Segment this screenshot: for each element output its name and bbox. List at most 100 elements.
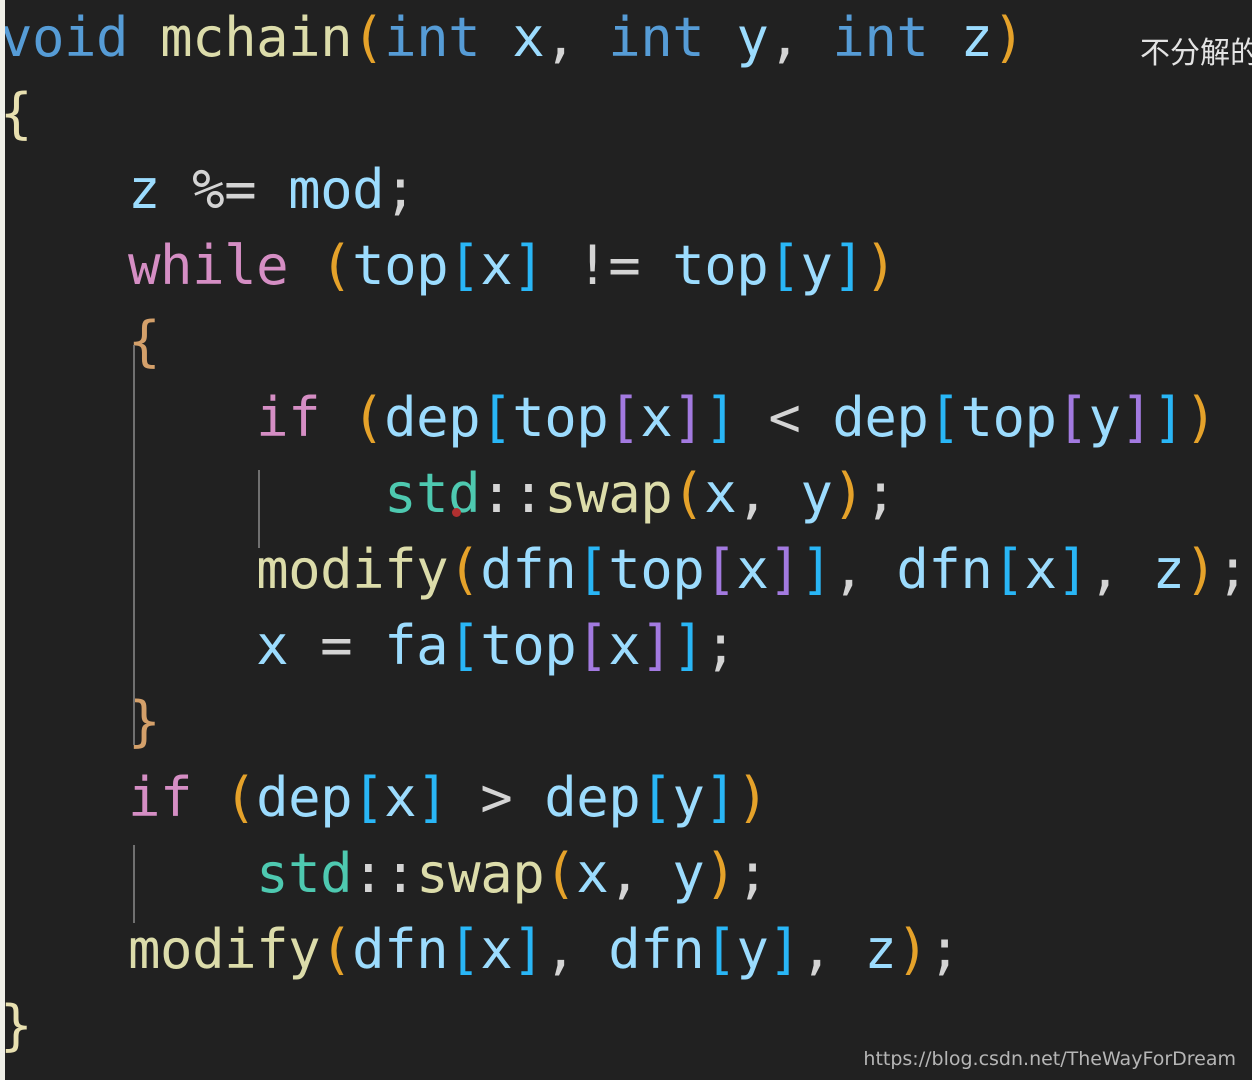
code-token: if xyxy=(128,766,193,829)
code-token: [ xyxy=(768,234,801,297)
code-token: mchain xyxy=(160,6,353,69)
code-line[interactable]: } xyxy=(0,684,1252,760)
code-token: mod xyxy=(288,158,385,221)
code-token: [ xyxy=(704,538,737,601)
code-token: != xyxy=(544,234,673,297)
code-token: x xyxy=(1024,538,1057,601)
code-token: ) xyxy=(992,6,1025,69)
code-token: dep xyxy=(544,766,641,829)
code-token: ( xyxy=(448,538,481,601)
code-token: %= xyxy=(160,158,289,221)
code-token: modify xyxy=(256,538,449,601)
code-token: dfn xyxy=(608,918,705,981)
code-token: while xyxy=(128,234,289,297)
code-token: [ xyxy=(1056,386,1089,449)
code-token: int xyxy=(832,6,929,69)
code-token: int xyxy=(384,6,481,69)
code-line[interactable]: while (top[x] != top[y]) xyxy=(0,228,1252,304)
code-token: [ xyxy=(576,614,609,677)
code-token: ; xyxy=(736,842,769,905)
code-token: ] xyxy=(832,234,865,297)
code-token: top xyxy=(960,386,1057,449)
code-line[interactable]: if (dep[x] > dep[y]) xyxy=(0,760,1252,836)
code-lines[interactable]: void mchain(int x, int y, int z){ z %= m… xyxy=(0,0,1252,1064)
code-token: y xyxy=(672,766,705,829)
code-line[interactable]: x = fa[top[x]]; xyxy=(0,608,1252,684)
code-token: x xyxy=(384,766,417,829)
code-token: :: xyxy=(480,462,545,525)
code-token: , xyxy=(544,6,609,69)
code-line[interactable]: std::swap(x, y); xyxy=(0,836,1252,912)
outer-block-guide xyxy=(133,345,135,745)
code-line[interactable]: { xyxy=(0,76,1252,152)
code-token: x xyxy=(512,6,545,69)
code-token: ( xyxy=(672,462,705,525)
code-token: x xyxy=(480,234,513,297)
code-token: swap xyxy=(544,462,673,525)
code-token: ; xyxy=(704,614,737,677)
code-editor-content[interactable]: void mchain(int x, int y, int z){ z %= m… xyxy=(0,0,1252,1080)
code-line[interactable]: z %= mod; xyxy=(0,152,1252,228)
code-line[interactable]: { xyxy=(0,304,1252,380)
code-token: dfn xyxy=(896,538,993,601)
code-token: dep xyxy=(256,766,353,829)
code-token: z xyxy=(128,158,161,221)
code-token: x xyxy=(608,614,641,677)
code-token: fa xyxy=(384,614,449,677)
code-token: [ xyxy=(480,386,513,449)
code-line[interactable]: modify(dfn[x], dfn[y], z); xyxy=(0,912,1252,988)
code-token: ] xyxy=(640,614,673,677)
code-token: [ xyxy=(704,918,737,981)
code-token: ( xyxy=(544,842,577,905)
code-token: dfn xyxy=(480,538,577,601)
code-token: z xyxy=(1152,538,1186,601)
code-token: ) xyxy=(704,842,737,905)
code-token: [ xyxy=(928,386,961,449)
code-token: ] xyxy=(768,538,801,601)
code-token: ( xyxy=(320,234,353,297)
code-line[interactable]: void mchain(int x, int y, int z) xyxy=(0,0,1252,76)
code-token: top xyxy=(512,386,609,449)
code-token: ] xyxy=(1056,538,1089,601)
code-token: ; xyxy=(1216,538,1250,601)
code-token: y xyxy=(736,6,769,69)
cjk-caption-overlay: 不分解的 xyxy=(1140,36,1252,71)
mouse-cursor-artifact xyxy=(452,508,461,517)
code-token: [ xyxy=(448,234,481,297)
code-token: std xyxy=(384,462,481,525)
if-body-guide xyxy=(133,845,135,923)
code-line[interactable]: std::swap(x, y); xyxy=(0,456,1252,532)
code-token: < xyxy=(736,386,833,449)
code-token: ) xyxy=(1184,538,1218,601)
code-token: , xyxy=(800,918,865,981)
code-token: [ xyxy=(448,614,481,677)
code-token: x xyxy=(704,462,737,525)
code-token: swap xyxy=(416,842,545,905)
code-token: int xyxy=(608,6,705,69)
code-token: ( xyxy=(352,6,385,69)
code-token: y xyxy=(672,842,705,905)
code-token: ( xyxy=(320,918,353,981)
code-token: ) xyxy=(896,918,929,981)
code-token: ) xyxy=(832,462,865,525)
code-token: z xyxy=(864,918,897,981)
code-line[interactable]: modify(dfn[top[x]], dfn[x], z); xyxy=(0,532,1252,608)
code-token: [ xyxy=(576,538,609,601)
code-line[interactable]: if (dep[top[x]] < dep[top[y]]) xyxy=(0,380,1252,456)
code-token: y xyxy=(800,234,833,297)
code-token: , xyxy=(832,538,897,601)
code-token: , xyxy=(1088,538,1153,601)
code-token: ] xyxy=(512,918,545,981)
code-token: ] xyxy=(416,766,449,829)
code-token: top xyxy=(608,538,705,601)
code-token: ; xyxy=(928,918,961,981)
